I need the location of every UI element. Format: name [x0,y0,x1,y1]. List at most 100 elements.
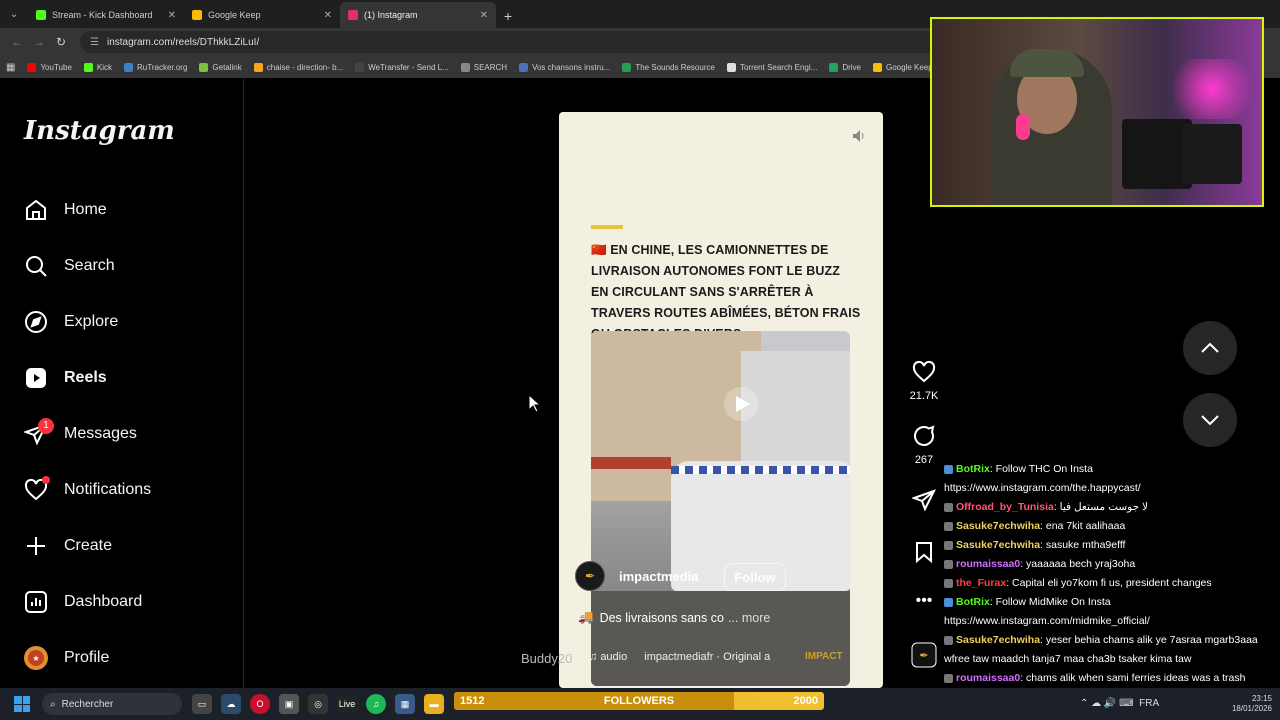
task-view-icon[interactable]: ▭ [192,694,212,714]
live-app-icon[interactable]: Live [337,694,357,714]
user-badge-icon [944,502,953,512]
bookmark-label: Google Keep [886,62,933,72]
like-action[interactable]: 21.7K [904,360,944,402]
sidebar-item-create[interactable]: Create [24,528,112,564]
chat-message: roumaissaa0: yaaaaaa bech yraj3oha [944,555,1280,574]
followers-current: 1512 [460,695,485,707]
follow-button[interactable]: Follow [724,563,786,591]
windows-start-icon[interactable] [14,696,30,712]
opera-icon[interactable]: O [250,694,270,714]
system-tray-icons[interactable]: ⌃ ☁ 🔊 ⌨ FRA [1080,698,1159,709]
bookmark-favicon-icon [199,62,209,72]
chat-text: : Capital eli yo7kom fi us, president ch… [1006,577,1212,589]
app-icon[interactable]: ◎ [308,694,328,714]
heart-icon [912,360,936,383]
spotify-icon[interactable]: ♫ [366,694,386,714]
previous-reel-button[interactable] [1183,321,1237,375]
file-explorer-icon[interactable]: ▬ [424,694,444,714]
sidebar-item-profile[interactable]: ★ Profile [24,640,109,676]
bookmark-label: Kick [96,62,113,72]
weather-icon[interactable]: ☁ [221,694,241,714]
apps-grid-icon[interactable]: ▦ [6,62,15,73]
sidebar-item-notifications[interactable]: Notifications [24,472,151,508]
address-bar[interactable]: ☰ instagram.com/reels/DThkkLZiLuI/ [80,31,940,53]
sidebar-item-reels[interactable]: Reels [24,360,107,396]
bookmark-item[interactable]: Google Keep [873,62,933,72]
date: 18/01/2026 [1231,704,1272,713]
forward-button[interactable]: → [28,35,50,49]
nav-label: Home [64,201,107,218]
bookmark-item[interactable]: WeTransfer - Send L... [355,62,449,72]
chat-username: Offroad_by_Tunisia [956,501,1054,513]
bookmark-item[interactable]: Getalink [199,62,242,72]
audio-thumbnail[interactable]: ✒ [904,642,944,668]
plus-icon [24,534,48,558]
user-badge-icon [944,521,953,531]
sidebar-item-explore[interactable]: Explore [24,304,118,340]
overlay-name: Buddy20 [521,651,573,666]
site-info-icon[interactable]: ☰ [90,37,99,48]
chat-text: : sasuke mtha9efff [1040,539,1126,551]
next-reel-button[interactable] [1183,393,1237,447]
bookmark-item[interactable]: SEARCH [460,62,507,72]
bookmark-item[interactable]: YouTube [27,62,72,72]
notification-dot [42,476,50,484]
clock[interactable]: 23:15 18/01/2026 [1232,694,1272,714]
bookmark-item[interactable]: RuTracker.org [124,62,187,72]
tab-instagram[interactable]: (1) Instagram ✕ [340,2,496,28]
play-icon[interactable] [724,387,758,421]
sidebar-item-home[interactable]: Home [24,192,107,228]
share-action[interactable] [904,488,944,512]
reload-button[interactable]: ↻ [50,35,72,49]
user-badge-icon [944,673,953,683]
bookmark-item[interactable]: Vos chansons instru... [519,62,610,72]
bookmark-favicon-icon [355,62,365,72]
tab-google-keep[interactable]: Google Keep ✕ [184,2,340,28]
close-tab-icon[interactable]: ✕ [324,10,332,21]
author-avatar[interactable]: ✒ [575,561,605,591]
language-indicator[interactable]: FRA [1139,698,1159,709]
like-count: 21.7K [909,390,939,402]
webcam-overlay [930,17,1264,207]
sidebar-item-messages[interactable]: 1 Messages [24,416,137,452]
bookmark-item[interactable]: Kick [83,62,113,72]
comment-icon [914,425,935,446]
chat-text: : ena 7kit aalihaaa [1040,520,1126,532]
instagram-logo[interactable]: Instagram [24,116,175,146]
sidebar-item-dashboard[interactable]: Dashboard [24,584,142,620]
app-icon[interactable]: ▣ [279,694,299,714]
reel-author[interactable]: ✒ impactmedia [575,561,698,591]
close-tab-icon[interactable]: ✕ [480,10,488,21]
back-button[interactable]: ← [6,35,28,49]
volume-icon[interactable] [851,128,867,144]
chat-text: wfree taw maadch tanja7 maa cha3b tsaker… [944,653,1192,665]
comment-action[interactable]: 267 [904,424,944,466]
more-options-action[interactable]: ••• [904,592,944,610]
time: 23:15 [1251,694,1272,703]
bookmark-item[interactable]: chaise - direction- b... [253,62,343,72]
bookmark-favicon-icon [622,62,632,72]
caption-text: Des livraisons sans co [599,610,724,625]
taskbar-search[interactable]: ⌕ Rechercher [42,693,182,715]
bookmark-item[interactable]: Drive [829,62,861,72]
tab-search-dropdown[interactable]: ⌄ [4,4,24,24]
chat-message: https://www.instagram.com/midmike_offici… [944,612,1280,631]
new-tab-button[interactable]: + [496,4,520,28]
reel-caption[interactable]: 🚚 Des livraisons sans co ... more [578,610,770,625]
search-icon: ⌕ [50,698,56,710]
bookmark-item[interactable]: Torrent Search Engi... [726,62,817,72]
reel-video[interactable]: 🇨🇳 EN CHINE, LES CAMIONNETTES DE LIVRAIS… [559,112,883,688]
save-action[interactable] [904,540,944,564]
chat-text: : Follow MidMike On Insta [989,596,1111,608]
more-link[interactable]: ... more [728,611,770,625]
reel-headline: 🇨🇳 EN CHINE, LES CAMIONNETTES DE LIVRAIS… [591,243,861,341]
tab-kick-dashboard[interactable]: Stream - Kick Dashboard ✕ [28,2,184,28]
author-name[interactable]: impactmedia [619,569,698,584]
reel-audio[interactable]: Buddy20 ♫ audio impactmediafr · Original… [521,651,843,666]
nav-label: Create [64,537,113,554]
bookmark-item[interactable]: The Sounds Resource [622,62,715,72]
app-icon[interactable]: ▦ [395,694,415,714]
bookmark-favicon-icon [829,62,839,72]
close-tab-icon[interactable]: ✕ [168,10,176,21]
sidebar-item-search[interactable]: Search [24,248,115,284]
